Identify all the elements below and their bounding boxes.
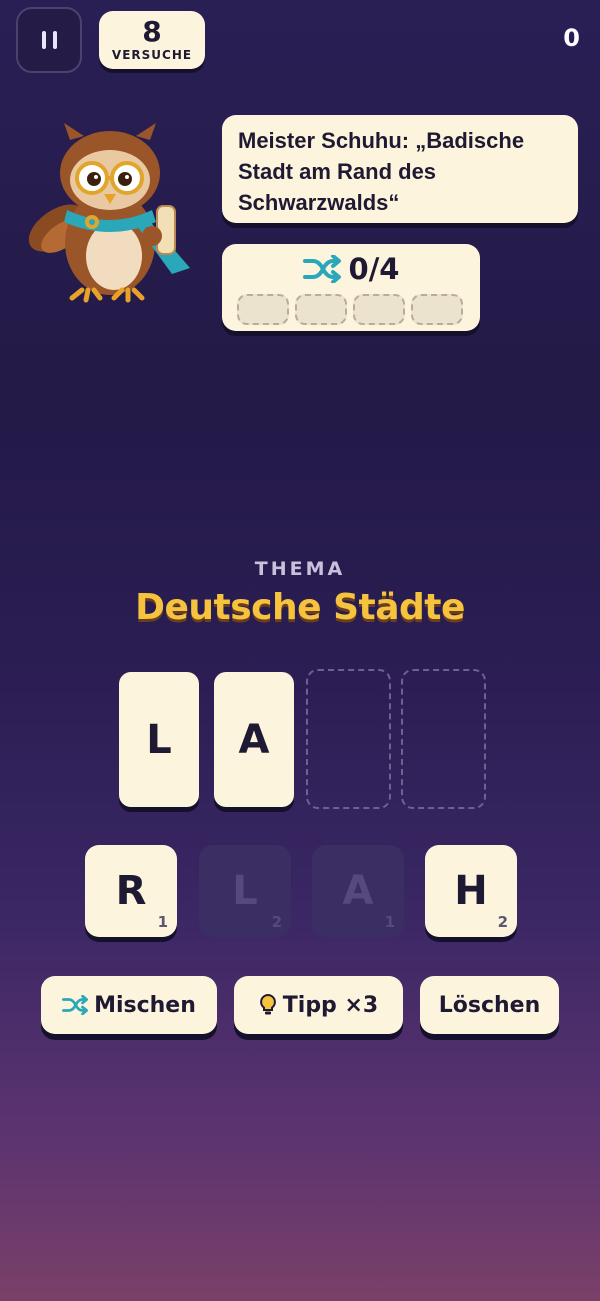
delete-button[interactable]: Löschen (420, 976, 559, 1034)
hint-button[interactable]: Tipp ×3 (234, 976, 403, 1034)
attempts-label: VERSUCHE (111, 48, 193, 62)
progress-slot (295, 294, 347, 325)
answer-slot-empty-3 (306, 669, 391, 809)
pause-button[interactable] (16, 7, 82, 73)
progress-slot (411, 294, 463, 325)
shuffle-button[interactable]: Mischen (41, 976, 217, 1034)
shuffle-icon (302, 255, 341, 283)
progress-count: 0/4 (348, 252, 400, 286)
theme-title: Deutsche Städte (135, 587, 465, 628)
owl-mascot (28, 123, 190, 303)
progress-slot (353, 294, 405, 325)
lightbulb-icon (259, 993, 276, 1015)
progress-card: 0/4 (222, 244, 480, 331)
theme-label: THEMA (254, 558, 346, 580)
answer-tile-2[interactable]: A (214, 672, 294, 807)
letter: L (232, 868, 258, 914)
progress-slot (237, 294, 289, 325)
letter-tile-used: A 1 (312, 845, 404, 937)
shuffle-label: Mischen (94, 992, 196, 1018)
attempts-badge: 8 VERSUCHE (99, 11, 205, 69)
attempts-count: 8 (142, 15, 162, 48)
letter: A (342, 868, 374, 914)
letter-points: 2 (271, 913, 282, 931)
letter-tile[interactable]: R 1 (85, 845, 177, 937)
shuffle-icon (62, 995, 89, 1015)
letter-points: 2 (497, 913, 508, 931)
hint-speech-bubble: Meister Schuhu: „Badische Stadt am Rand … (222, 115, 578, 223)
letter: R (115, 868, 147, 914)
score: 0 (563, 24, 580, 52)
letter-points: 1 (157, 913, 168, 931)
delete-label: Löschen (438, 992, 541, 1018)
hint-label: Tipp ×3 (282, 992, 379, 1018)
progress-slots (237, 294, 463, 325)
answer-tile-1[interactable]: L (119, 672, 199, 807)
pause-icon (41, 31, 57, 49)
answer-slot-empty-4 (401, 669, 486, 809)
letter-points: 1 (384, 913, 395, 931)
letter-tile-used: L 2 (199, 845, 291, 937)
letter: H (454, 868, 488, 914)
letter-tile[interactable]: H 2 (425, 845, 517, 937)
